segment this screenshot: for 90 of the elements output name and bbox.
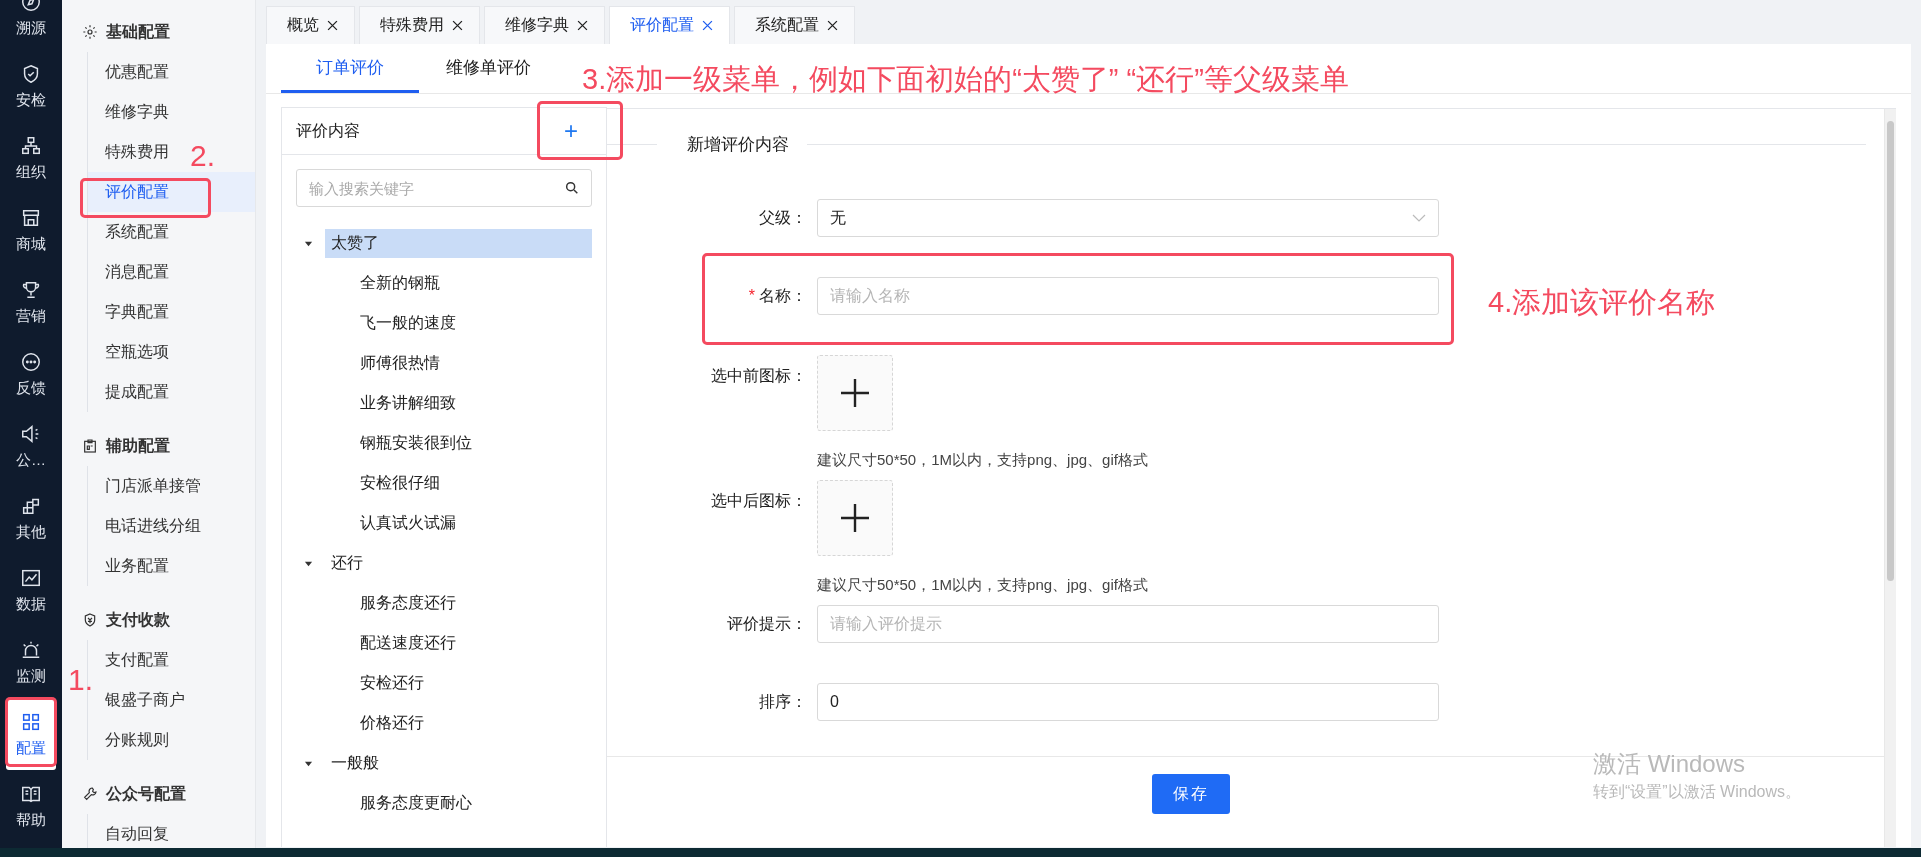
- plus-icon: [840, 503, 870, 533]
- add-button[interactable]: +: [516, 111, 606, 151]
- close-icon[interactable]: [577, 20, 588, 31]
- annotation-text: 4.添加该评价名称: [1488, 285, 1716, 320]
- sidebar-item[interactable]: 特殊费用: [88, 132, 177, 172]
- nav-rail-item[interactable]: 监测: [0, 626, 62, 698]
- scrollbar[interactable]: [1884, 109, 1896, 847]
- hint-text: 建议尺寸50*50，1M以内，支持png、jpg、gif格式: [817, 451, 1149, 470]
- tree-node[interactable]: 全新的钢瓶: [354, 268, 446, 298]
- search-field[interactable]: 输入搜索关键字: [296, 169, 592, 207]
- nav-rail-item[interactable]: 其他: [0, 482, 62, 554]
- page-tab[interactable]: 特殊费用: [359, 6, 480, 44]
- hint-text: 建议尺寸50*50，1M以内，支持png、jpg、gif格式: [817, 576, 1149, 595]
- nav-rail-item[interactable]: 安检: [0, 50, 62, 122]
- tree-node[interactable]: 认真试火试漏: [354, 508, 462, 538]
- annotation-text: 3.添加一级菜单，例如下面初始的“太赞了” “还行”等父级菜单: [582, 62, 1349, 97]
- sidebar-item[interactable]: 消息配置: [88, 252, 177, 292]
- org-icon: [20, 134, 42, 157]
- tree-node[interactable]: 配送速度还行: [354, 628, 462, 658]
- shield-yen-icon: [82, 612, 98, 628]
- page-tab[interactable]: 维修字典: [484, 6, 605, 44]
- sidebar-item[interactable]: 字典配置: [88, 292, 177, 332]
- sidebar-item[interactable]: 分账规则: [88, 720, 177, 760]
- field-label: 排序：: [759, 691, 807, 712]
- field-label: 选中后图标：: [711, 490, 807, 511]
- field-label: 选中前图标：: [711, 365, 807, 386]
- nav-rail-item[interactable]: 数据: [0, 554, 62, 626]
- section-title: 新增评价内容: [687, 134, 789, 156]
- sidebar-item[interactable]: 门店派单接管: [88, 466, 209, 506]
- parent-select[interactable]: 无: [817, 199, 1439, 237]
- activation-notice-title: 激活 Windows: [1593, 749, 1747, 779]
- tree-node[interactable]: 安检很仔细: [354, 468, 446, 498]
- sub-tab[interactable]: 订单评价: [281, 44, 419, 93]
- highlight-frame: [5, 697, 57, 767]
- save-button[interactable]: 保存: [1151, 774, 1230, 814]
- nav-rail-item[interactable]: 帮助: [0, 770, 62, 842]
- nav-rail-item[interactable]: 组织: [0, 122, 62, 194]
- field-label: 评价提示：: [727, 613, 807, 634]
- wrench-icon: [82, 786, 98, 802]
- input-field[interactable]: 请输入名称: [817, 277, 1439, 315]
- sidebar-group-title: 公众号配置: [106, 783, 186, 804]
- panel-title: 评价内容: [296, 120, 360, 141]
- sidebar-item[interactable]: 电话进线分组: [88, 506, 209, 546]
- tree-node[interactable]: 业务讲解细致: [354, 388, 462, 418]
- sidebar-item[interactable]: 优惠配置: [88, 52, 177, 92]
- sidebar-item[interactable]: 自动回复: [88, 814, 177, 848]
- tree-node[interactable]: 服务态度还行: [354, 588, 462, 618]
- tree-node[interactable]: 一般般: [325, 748, 592, 778]
- sidebar-group-title: 基础配置: [106, 21, 170, 42]
- tree-node[interactable]: 还行: [325, 548, 592, 578]
- field-label: 名称：: [759, 285, 807, 306]
- tree-node[interactable]: 师傅很热情: [354, 348, 446, 378]
- sidebar-group-title: 辅助配置: [106, 435, 170, 456]
- sidebar-item[interactable]: 维修字典: [88, 92, 177, 132]
- sidebar-group-title: 支付收款: [106, 609, 170, 630]
- input-field[interactable]: 请输入评价提示: [817, 605, 1439, 643]
- sidebar-item[interactable]: 业务配置: [88, 546, 177, 586]
- tree-node[interactable]: 服务态度更耐心: [354, 788, 478, 818]
- nav-rail-item[interactable]: 反馈: [0, 338, 62, 410]
- sub-tab[interactable]: 维修单评价: [419, 44, 557, 93]
- chat-icon: [20, 350, 42, 373]
- input-field[interactable]: 0: [817, 683, 1439, 721]
- gear-icon: [82, 24, 98, 40]
- sidebar-item[interactable]: 提成配置: [88, 372, 177, 412]
- tree-node[interactable]: 飞一般的速度: [354, 308, 462, 338]
- tree-node[interactable]: 钢瓶安装很到位: [354, 428, 478, 458]
- activation-notice-text: 转到“设置”以激活 Windows。: [1593, 782, 1801, 802]
- sidebar-item[interactable]: 系统配置: [88, 212, 177, 252]
- tree-node[interactable]: 安检还行: [354, 668, 430, 698]
- tree-node[interactable]: 太赞了: [325, 228, 592, 258]
- search-icon: [564, 180, 580, 196]
- close-icon[interactable]: [827, 20, 838, 31]
- page-tab[interactable]: 系统配置: [734, 6, 855, 44]
- page-tab[interactable]: 概览: [266, 6, 355, 44]
- nav-rail-item[interactable]: 商城: [0, 194, 62, 266]
- nav-rail-item[interactable]: 营销: [0, 266, 62, 338]
- close-icon[interactable]: [327, 20, 338, 31]
- field-label: 父级：: [759, 207, 807, 228]
- plus-icon: [840, 378, 870, 408]
- annotation-text: 2.: [190, 138, 216, 174]
- chevron-down-icon: [1412, 214, 1426, 222]
- sidebar-item[interactable]: 评价配置: [88, 172, 255, 212]
- nav-rail-item[interactable]: 溯源: [0, 0, 62, 50]
- sidebar-item[interactable]: 空瓶选项: [88, 332, 177, 372]
- page-tab[interactable]: 评价配置: [609, 6, 730, 44]
- nav-rail-item[interactable]: 公…: [0, 410, 62, 482]
- required-mark: *: [748, 287, 755, 305]
- tree-node[interactable]: 价格还行: [354, 708, 430, 738]
- clipboard-icon: [82, 438, 98, 454]
- close-icon[interactable]: [452, 20, 463, 31]
